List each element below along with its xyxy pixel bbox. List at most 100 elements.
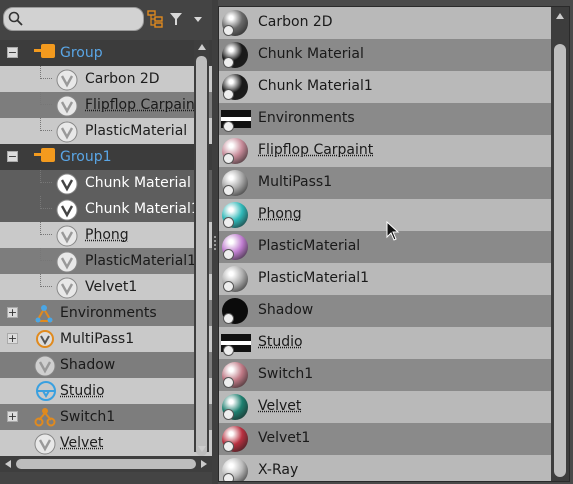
material-status-icon [223, 89, 234, 100]
tree-connector [40, 196, 52, 209]
tree-item-label: Velvet1 [85, 279, 138, 295]
material-item-label: Phong [258, 206, 302, 222]
material-status-icon [223, 25, 234, 36]
material-item-shadow[interactable]: Shadow [219, 295, 569, 327]
material-item-label: PlasticMaterial [258, 238, 361, 254]
material-item-label: MultiPass1 [258, 174, 333, 190]
tree-item-phong[interactable]: Phong [0, 222, 212, 248]
material-list: Carbon 2D Chunk Material Chunk Material1 En… [219, 7, 569, 481]
switch-icon [34, 407, 56, 431]
tree-item-shadow[interactable]: Shadow [0, 352, 212, 378]
material-item-label: Velvet1 [258, 430, 311, 446]
material-list-panel: Carbon 2D Chunk Material Chunk Material1 En… [218, 6, 570, 482]
tree-item-group[interactable]: − Group [0, 40, 212, 66]
material-item-label: Shadow [258, 302, 314, 318]
material-item-label: Studio [258, 334, 303, 350]
tree-connector [40, 170, 52, 183]
tree-item-environments[interactable]: + Environments [0, 300, 212, 326]
material-item-flipflop-carpaint[interactable]: Flipflop Carpaint [219, 135, 569, 167]
material-item-label: Carbon 2D [258, 14, 333, 30]
tree-connector [40, 66, 52, 79]
filter-dropdown-icon[interactable] [187, 7, 209, 31]
hierarchy-icon[interactable] [144, 7, 166, 31]
material-item-label: Switch1 [258, 366, 314, 382]
tree-item-label: Flipflop Carpaint [85, 97, 201, 113]
tree-item-label: Shadow [60, 357, 116, 373]
tree-item-label: PlasticMaterial [85, 123, 188, 139]
tree-connector [40, 92, 52, 105]
search-icon [8, 11, 23, 26]
material-item-velvet1[interactable]: Velvet1 [219, 423, 569, 455]
tree-item-flipflop-carpaint[interactable]: Flipflop Carpaint [0, 92, 212, 118]
material-status-icon [223, 217, 234, 228]
tree-item-switch1[interactable]: + Switch1 [0, 404, 212, 430]
material-item-velvet[interactable]: Velvet [219, 391, 569, 423]
scroll-right-icon[interactable] [201, 460, 207, 468]
tree-item-label: PlasticMaterial1 [85, 253, 197, 269]
tree-item-label: Carbon 2D [85, 71, 160, 87]
tree-item-velvet1[interactable]: Velvet1 [0, 274, 212, 300]
material-status-icon [223, 441, 234, 452]
tree-item-plasticmaterial[interactable]: PlasticMaterial [0, 118, 212, 144]
material-item-plasticmaterial1[interactable]: PlasticMaterial1 [219, 263, 569, 295]
material-item-label: Chunk Material1 [258, 78, 373, 94]
material-item-label: X-Ray [258, 462, 299, 478]
filter-icon[interactable] [166, 7, 188, 31]
material-status-icon [223, 121, 234, 132]
group-icon [34, 43, 58, 63]
search-input[interactable] [3, 7, 144, 31]
tree-item-chunk-material1[interactable]: Chunk Material1 [0, 196, 212, 222]
tree-item-label: Phong [85, 227, 129, 243]
tree-item-carbon-2d[interactable]: Carbon 2D [0, 66, 212, 92]
collapse-icon[interactable]: − [7, 47, 18, 58]
tree-horizontal-scroll-thumb[interactable] [16, 459, 196, 469]
studio-icon [34, 381, 58, 405]
tree-item-label: MultiPass1 [60, 331, 135, 347]
material-item-switch1[interactable]: Switch1 [219, 359, 569, 391]
material-item-label: Chunk Material [258, 46, 364, 62]
search-toolbar [3, 6, 209, 32]
material-item-label: PlasticMaterial1 [258, 270, 370, 286]
material-status-icon [223, 249, 234, 260]
tree-item-multipass1[interactable]: + MultiPass1 [0, 326, 212, 352]
environments-icon [34, 303, 56, 327]
tree-vertical-scrollbar[interactable] [194, 40, 209, 456]
tree-connector [40, 222, 52, 235]
tree-horizontal-scrollbar[interactable] [0, 456, 212, 472]
scene-tree-panel: − Group Carbon 2D Flipflop Carpaint PlasticM… [0, 0, 212, 484]
tree-item-label: Group [60, 45, 103, 61]
mouse-cursor-icon [386, 221, 400, 241]
scroll-down-icon[interactable] [198, 446, 206, 452]
material-item-carbon-2d[interactable]: Carbon 2D [219, 7, 569, 39]
expand-icon[interactable]: + [7, 307, 18, 318]
tree-item-chunk-material[interactable]: Chunk Material [0, 170, 212, 196]
material-list-scrollbar[interactable] [551, 7, 569, 481]
tree-vertical-scroll-thumb[interactable] [196, 56, 207, 456]
tree-item-velvet[interactable]: Velvet [0, 430, 212, 456]
tree-item-label: Velvet [60, 435, 104, 451]
scroll-up-icon[interactable] [556, 13, 564, 19]
material-status-icon [223, 57, 234, 68]
material-item-studio[interactable]: Studio [219, 327, 569, 359]
scroll-up-icon[interactable] [198, 44, 206, 50]
material-item-chunk-material[interactable]: Chunk Material [219, 39, 569, 71]
material-item-multipass1[interactable]: MultiPass1 [219, 167, 569, 199]
expand-icon[interactable]: + [7, 411, 18, 422]
multipass-icon [34, 329, 56, 353]
tree-item-label: Chunk Material1 [85, 201, 200, 217]
tree-item-label: Switch1 [60, 409, 116, 425]
material-item-x-ray[interactable]: X-Ray [219, 455, 569, 481]
material-icon [34, 433, 56, 456]
material-status-icon [223, 281, 234, 292]
tree-item-plasticmaterial1[interactable]: PlasticMaterial1 [0, 248, 212, 274]
tree-item-group1[interactable]: − Group1 [0, 144, 212, 170]
expand-icon[interactable]: + [7, 333, 18, 344]
scroll-left-icon[interactable] [5, 460, 11, 468]
tree-connector [40, 248, 52, 261]
tree-item-studio[interactable]: Studio [0, 378, 212, 404]
material-item-environments[interactable]: Environments [219, 103, 569, 135]
material-item-label: Velvet [258, 398, 302, 414]
material-item-chunk-material1[interactable]: Chunk Material1 [219, 71, 569, 103]
collapse-icon[interactable]: − [7, 151, 18, 162]
material-list-scroll-thumb[interactable] [554, 44, 566, 477]
